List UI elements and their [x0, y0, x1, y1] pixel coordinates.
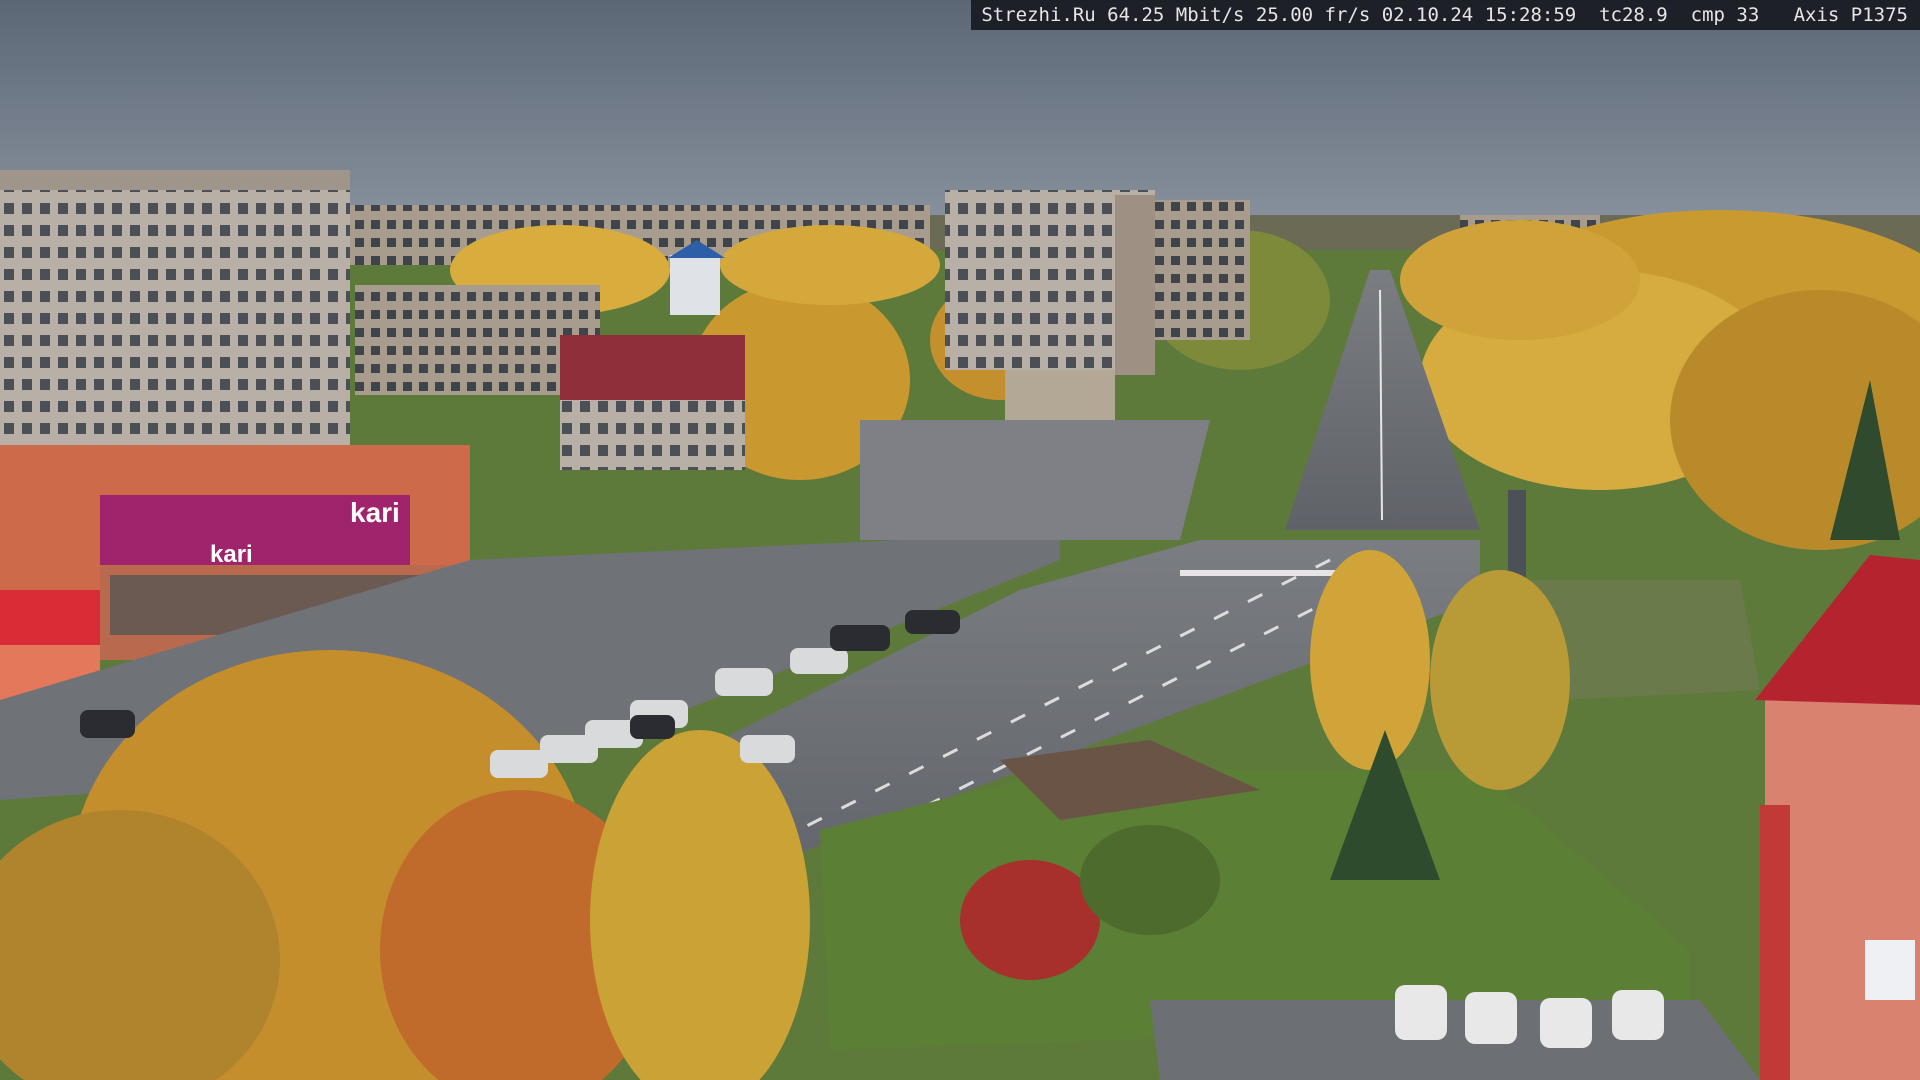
overlay-camera-model: Axis P1375 — [1793, 4, 1908, 26]
crosswalk — [1180, 570, 1340, 576]
plaza — [860, 420, 1210, 540]
store-banner-sign: kari — [210, 541, 253, 568]
monument — [1508, 490, 1526, 580]
overlay-cmp: cmp 33 — [1690, 4, 1760, 26]
webcam-frame: kari kari Strezhi.Ru 64.25 Mbit/s 25.00 … — [0, 0, 1920, 1080]
camera-info-overlay: Strezhi.Ru 64.25 Mbit/s 25.00 fr/s 02.10… — [971, 0, 1920, 30]
overlay-tc: tc28.9 — [1599, 4, 1668, 26]
parking-lot-bottom — [1150, 1000, 1760, 1080]
overlay-bitrate: 64.25 Mbit/s — [1107, 4, 1245, 26]
overlay-time: 15:28:59 — [1484, 4, 1577, 26]
overlay-date: 02.10.24 — [1381, 4, 1474, 26]
overlay-site: Strezhi.Ru — [981, 4, 1096, 26]
overlay-framerate: 25.00 fr/s — [1255, 4, 1371, 26]
town-square-scene: kari kari — [0, 0, 1920, 1080]
store-logo-sign: kari — [350, 497, 400, 528]
